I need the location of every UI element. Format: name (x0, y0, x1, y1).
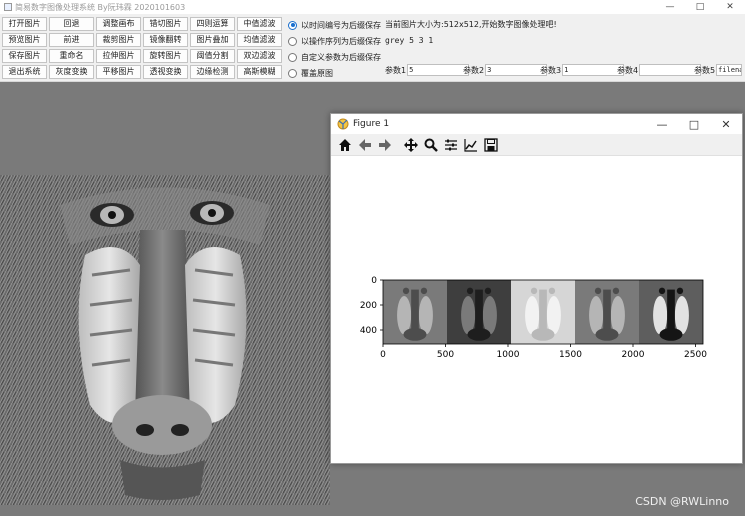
param-2-input[interactable]: 3 (485, 64, 548, 76)
stretch-image-button[interactable]: 拉伸图片 (96, 49, 141, 63)
save-icon[interactable] (481, 135, 501, 155)
exit-system-button[interactable]: 退出系统 (2, 65, 47, 79)
save-mode-label: 以操作序列为后缀保存 (301, 36, 381, 46)
image-overlay-button[interactable]: 图片叠加 (190, 33, 235, 47)
crop-image-button[interactable]: 裁剪图片 (96, 33, 141, 47)
param-5: 参数5 filename (694, 64, 743, 76)
plot-area[interactable]: 0 500 1000 1500 2000 2500 0 200 400 (331, 156, 742, 463)
param-4: 参数4 (617, 64, 702, 76)
x-tick-label: 2000 (622, 350, 645, 360)
arithmetic-button[interactable]: 四则运算 (190, 17, 235, 31)
x-tick-label: 1000 (497, 350, 520, 360)
matplotlib-icon (337, 118, 349, 130)
save-mode-label: 以时间编号为后缀保存 (301, 20, 381, 30)
save-image-button[interactable]: 保存图片 (2, 49, 47, 63)
figure-close-button[interactable]: ✕ (710, 118, 742, 131)
open-image-button[interactable]: 打开图片 (2, 17, 47, 31)
main-title-bar: 简易数字图像处理系统 By阮玮霖 2020101603 — □ ✕ (0, 0, 745, 14)
minimize-button[interactable]: — (655, 0, 685, 14)
perspective-transform-button[interactable]: 透视变换 (143, 65, 188, 79)
save-mode-sequence[interactable]: 以操作序列为后缀保存 (288, 33, 381, 49)
y-tick-label: 0 (371, 276, 377, 286)
adjust-canvas-button[interactable]: 调整画布 (96, 17, 141, 31)
save-mode-overwrite[interactable]: 覆盖原图 (288, 65, 381, 81)
pan-icon[interactable] (401, 135, 421, 155)
save-mode-label: 覆盖原图 (301, 68, 333, 78)
maximize-button[interactable]: □ (685, 0, 715, 14)
figure-minimize-button[interactable]: — (646, 118, 678, 131)
rotate-image-button[interactable]: 旋转图片 (143, 49, 188, 63)
forward-icon[interactable] (375, 135, 395, 155)
status-message: 当前图片大小为:512x512,开始数字图像处理吧! (385, 20, 557, 29)
rename-button[interactable]: 重命名 (49, 49, 94, 63)
preview-image-button[interactable]: 预览图片 (2, 33, 47, 47)
image-panel-2 (447, 280, 511, 344)
gaussian-blur-button[interactable]: 高斯模糊 (237, 65, 282, 79)
radio-selected-icon[interactable] (288, 20, 297, 30)
redo-button[interactable]: 前进 (49, 33, 94, 47)
close-button[interactable]: ✕ (715, 0, 745, 14)
preview-image (0, 175, 330, 505)
function-button-grid: 打开图片 回退 调整画布 错切图片 四则运算 中值滤波 预览图片 前进 裁剪图片… (2, 17, 282, 79)
y-tick-label: 400 (360, 326, 377, 336)
back-icon[interactable] (355, 135, 375, 155)
operation-history: grey 5 3 1 (385, 36, 434, 45)
grayscale-transform-button[interactable]: 灰度变换 (49, 65, 94, 79)
param-label: 参数5 (694, 65, 716, 75)
figure-title-bar: Figure 1 — □ ✕ (331, 114, 742, 134)
radio-icon[interactable] (288, 52, 297, 62)
param-label: 参数2 (463, 65, 485, 75)
image-plot: 0 500 1000 1500 2000 2500 0 200 400 (360, 276, 707, 360)
zoom-icon[interactable] (421, 135, 441, 155)
save-mode-group: 以时间编号为后缀保存 以操作序列为后缀保存 自定义参数为后缀保存 覆盖原图 (288, 17, 381, 81)
image-panel-3 (511, 280, 575, 344)
app-icon (4, 3, 12, 11)
mirror-flip-button[interactable]: 镜像翻转 (143, 33, 188, 47)
baboon-photo (0, 175, 330, 505)
param-label: 参数4 (617, 65, 639, 75)
figure-toolbar (331, 134, 742, 156)
param-2: 参数2 3 (463, 64, 548, 76)
y-tick-label: 200 (360, 301, 377, 311)
configure-icon[interactable] (441, 135, 461, 155)
image-panel-4 (575, 280, 639, 344)
param-1: 参数1 5 (385, 64, 470, 76)
save-mode-label: 自定义参数为后缀保存 (301, 52, 381, 62)
x-tick-label: 2500 (684, 350, 707, 360)
image-panel-5 (639, 280, 703, 344)
save-mode-time[interactable]: 以时间编号为后缀保存 (288, 17, 381, 33)
median-filter-button[interactable]: 中值滤波 (237, 17, 282, 31)
watermark: CSDN @RWLinno (635, 495, 729, 508)
save-mode-custom[interactable]: 自定义参数为后缀保存 (288, 49, 381, 65)
param-4-input[interactable] (639, 64, 702, 76)
param-label: 参数3 (540, 65, 562, 75)
mean-filter-button[interactable]: 均值滤波 (237, 33, 282, 47)
threshold-segment-button[interactable]: 阈值分割 (190, 49, 235, 63)
x-tick-label: 500 (437, 350, 454, 360)
image-panel-1 (383, 280, 447, 344)
shear-image-button[interactable]: 错切图片 (143, 17, 188, 31)
param-3: 参数3 1 (540, 64, 625, 76)
radio-icon[interactable] (288, 36, 297, 46)
figure-maximize-button[interactable]: □ (678, 118, 710, 131)
radio-icon[interactable] (288, 68, 297, 78)
window-title: 简易数字图像处理系统 By阮玮霖 2020101603 (15, 2, 186, 12)
param-label: 参数1 (385, 65, 407, 75)
home-icon[interactable] (335, 135, 355, 155)
control-panel: 打开图片 回退 调整画布 错切图片 四则运算 中值滤波 预览图片 前进 裁剪图片… (0, 14, 745, 82)
param-3-input[interactable]: 1 (562, 64, 625, 76)
edit-curve-icon[interactable] (461, 135, 481, 155)
figure-window: Figure 1 — □ ✕ 0 500 1000 1500 2000 2500… (330, 113, 743, 464)
x-tick-label: 0 (380, 350, 386, 360)
x-tick-label: 1500 (559, 350, 582, 360)
figure-title: Figure 1 (353, 119, 390, 129)
bilateral-filter-button[interactable]: 双边滤波 (237, 49, 282, 63)
translate-image-button[interactable]: 平移图片 (96, 65, 141, 79)
param-5-input[interactable]: filename (716, 64, 743, 76)
undo-button[interactable]: 回退 (49, 17, 94, 31)
param-1-input[interactable]: 5 (407, 64, 470, 76)
edge-detection-button[interactable]: 边缘检测 (190, 65, 235, 79)
